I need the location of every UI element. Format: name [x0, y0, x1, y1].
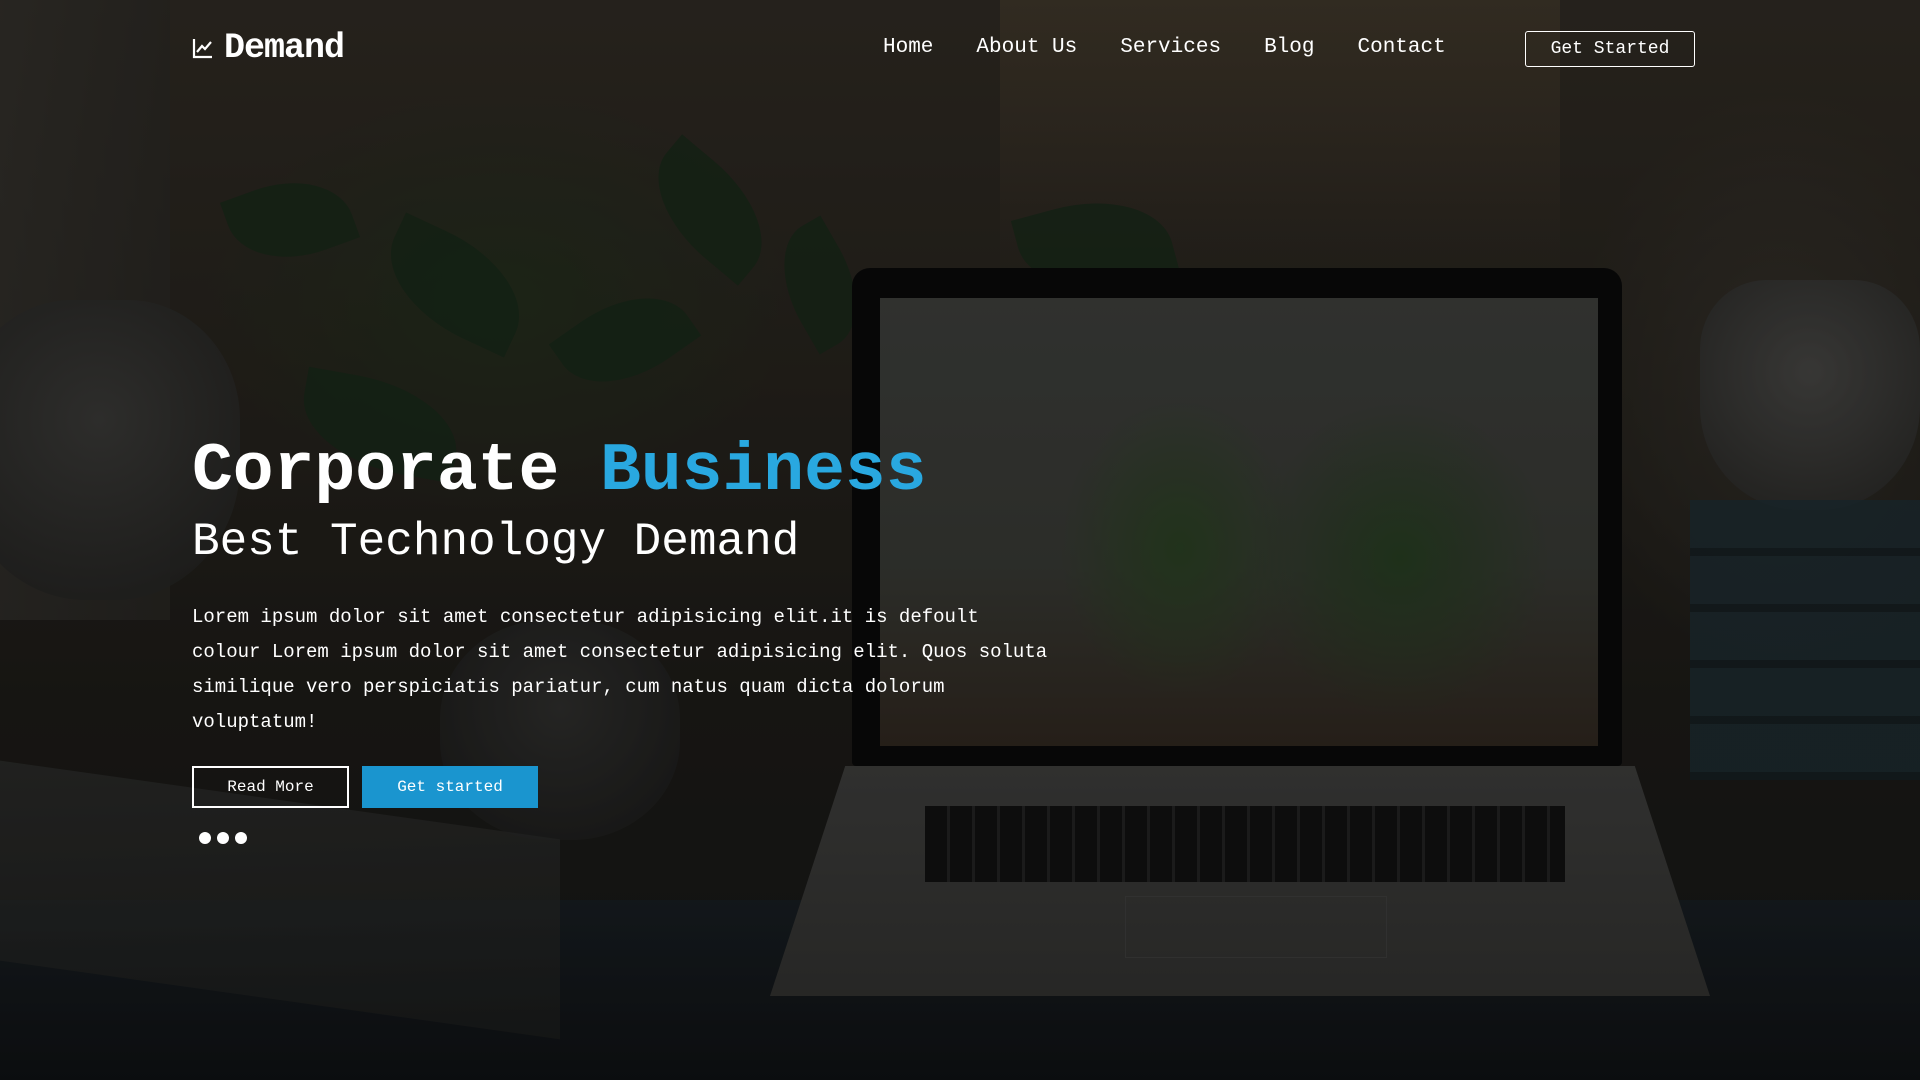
line-chart-icon	[192, 37, 214, 59]
hero-actions: Read More Get started	[192, 766, 1092, 808]
hero-description: Lorem ipsum dolor sit amet consectetur a…	[192, 606, 1048, 733]
hero-subtitle: Best Technology Demand	[192, 516, 800, 568]
slider-dot[interactable]	[217, 832, 229, 844]
get-started-button[interactable]: Get started	[362, 766, 538, 808]
main-menu: Home About Us Services Blog Contact	[883, 34, 1489, 62]
hero-title-main: Corporate	[192, 433, 560, 510]
hero-title: Corporate Business	[192, 430, 1092, 514]
nav-link-blog[interactable]: Blog	[1264, 34, 1314, 62]
read-more-button[interactable]: Read More	[192, 766, 349, 808]
hero-title-accent: Business	[600, 433, 927, 510]
get-started-nav-button[interactable]: Get Started	[1525, 31, 1695, 67]
navbar: Demand Home About Us Services Blog Conta…	[0, 0, 1920, 98]
nav-link-about-us[interactable]: About Us	[976, 34, 1077, 62]
slider-dots	[199, 832, 1092, 844]
hero-section: Demand Home About Us Services Blog Conta…	[0, 0, 1920, 1080]
slider-dot[interactable]	[235, 832, 247, 844]
hero-content: Corporate Business Best Technology Deman…	[192, 430, 1092, 844]
brand-name: Demand	[224, 28, 345, 68]
nav-link-services[interactable]: Services	[1120, 34, 1221, 62]
brand-logo[interactable]: Demand	[192, 28, 345, 68]
nav-link-home[interactable]: Home	[883, 34, 933, 62]
nav-link-contact[interactable]: Contact	[1358, 34, 1446, 62]
slider-dot[interactable]	[199, 832, 211, 844]
